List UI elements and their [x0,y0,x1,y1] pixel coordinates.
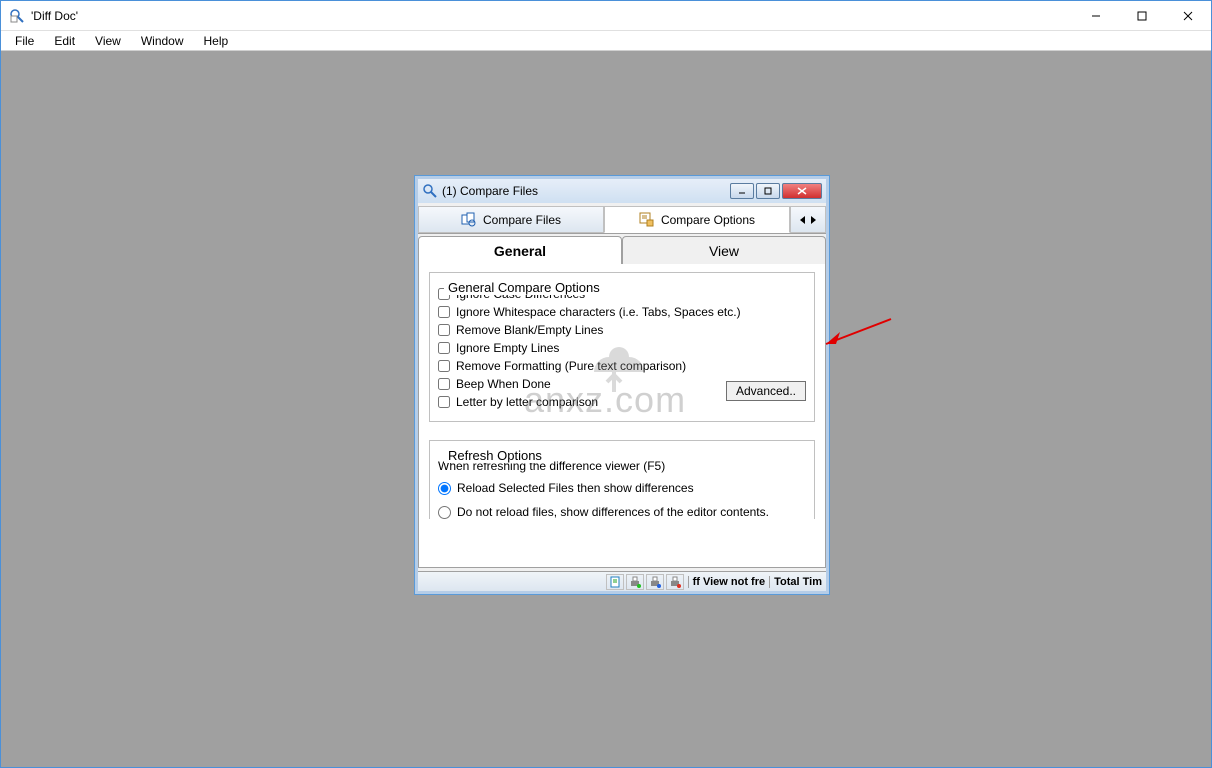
checkbox[interactable] [438,396,450,408]
radio-reload-files[interactable]: Reload Selected Files then show differen… [438,481,806,495]
compare-files-icon [461,212,477,228]
tab-nav-arrows[interactable] [790,206,826,233]
checkbox-label: Ignore Whitespace characters (i.e. Tabs,… [456,305,741,319]
minimize-button[interactable] [1073,1,1119,30]
group-title: General Compare Options [444,280,604,295]
group-title: Refresh Options [444,448,546,463]
child-close-button[interactable] [782,183,822,199]
child-maximize-button[interactable] [756,183,780,199]
radio-no-reload[interactable]: Do not reload files, show differences of… [438,505,806,519]
red-arrow-annotation [816,314,896,354]
sub-tab-label: View [709,243,739,259]
opt-ignore-whitespace[interactable]: Ignore Whitespace characters (i.e. Tabs,… [438,305,806,319]
child-window-title: (1) Compare Files [442,184,730,198]
status-icons [602,574,688,590]
menu-view[interactable]: View [85,32,131,50]
child-app-icon [422,183,438,199]
radio-label: Reload Selected Files then show differen… [457,481,694,495]
refresh-options-group: Refresh Options When refreshing the diff… [429,440,815,519]
sub-tabs: General View [418,236,826,264]
checkbox-label: Ignore Empty Lines [456,341,559,355]
window-title: 'Diff Doc' [31,9,1073,23]
child-statusbar: ff View not fre Total Tim [418,571,826,591]
toolbar-tab-compare-options[interactable]: Compare Options [604,206,790,233]
radio[interactable] [438,506,451,519]
menubar: File Edit View Window Help [1,31,1211,51]
child-minimize-button[interactable] [730,183,754,199]
sub-tab-label: General [494,243,546,259]
toolbar-tab-label: Compare Options [661,213,755,227]
child-window-controls [730,183,822,199]
status-print-blue-icon[interactable] [646,574,664,590]
checkbox-label: Beep When Done [456,377,551,391]
checkbox-label: Remove Blank/Empty Lines [456,323,603,337]
checkbox[interactable] [438,324,450,336]
checkbox[interactable] [438,360,450,372]
app-icon [9,8,25,24]
child-window-compare: (1) Compare Files Compare Files [414,175,830,595]
menu-file[interactable]: File [5,32,44,50]
toolbar-tab-label: Compare Files [483,213,561,227]
checkbox[interactable] [438,306,450,318]
maximize-button[interactable] [1119,1,1165,30]
watermark-icon [579,342,659,402]
checkbox-label: Letter by letter comparison [456,395,598,409]
menu-window[interactable]: Window [131,32,194,50]
checkbox[interactable] [438,378,450,390]
close-button[interactable] [1165,1,1211,30]
window-controls [1073,1,1211,30]
sub-tab-general[interactable]: General [418,236,622,264]
status-text-1: ff View not fre [688,576,770,588]
toolbar-tab-compare-files[interactable]: Compare Files [418,206,604,233]
child-titlebar[interactable]: (1) Compare Files [418,179,826,203]
mdi-client-area: (1) Compare Files Compare Files [1,51,1211,767]
compare-options-icon [639,212,655,228]
opt-remove-blank[interactable]: Remove Blank/Empty Lines [438,323,806,337]
advanced-button[interactable]: Advanced.. [726,381,806,401]
menu-help[interactable]: Help [194,32,239,50]
radio[interactable] [438,482,451,495]
menu-edit[interactable]: Edit [44,32,85,50]
checkbox[interactable] [438,342,450,354]
status-print-red-icon[interactable] [666,574,684,590]
toolbar-tabs: Compare Files Compare Options [418,206,826,234]
sub-tab-view[interactable]: View [622,236,826,264]
titlebar: 'Diff Doc' [1,1,1211,31]
status-print-green-icon[interactable] [626,574,644,590]
status-doc-icon[interactable] [606,574,624,590]
radio-label: Do not reload files, show differences of… [457,505,769,519]
tab-content-general: General Compare Options Ignore Case Diff… [418,264,826,568]
status-text-2: Total Tim [769,576,826,588]
main-window: 'Diff Doc' File Edit View Window Help (1… [0,0,1212,768]
